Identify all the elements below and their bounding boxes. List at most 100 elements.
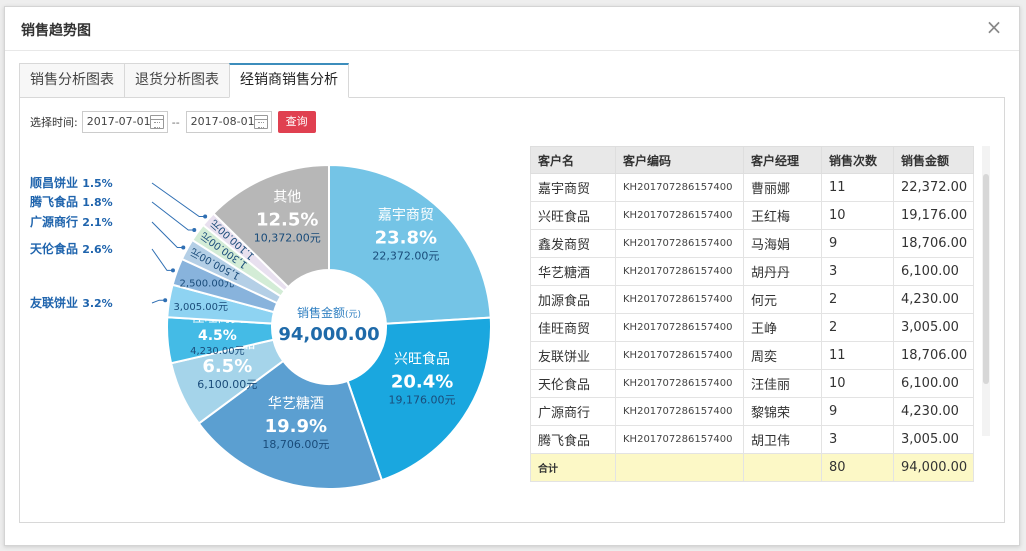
table-row[interactable]: 华艺糖酒 KH201707286157400 胡丹丹 3 6,100.00 — [530, 257, 974, 286]
header-customer-name[interactable]: 客户名 — [530, 146, 616, 174]
cell-customer-code: KH201707286157400 — [615, 341, 744, 370]
leader-line — [151, 248, 173, 271]
table-scrollbar[interactable] — [982, 146, 990, 436]
cell-sales-count: 3 — [821, 425, 894, 454]
cell-customer-manager: 周奕 — [743, 341, 822, 370]
cell-customer-manager: 曹丽娜 — [743, 173, 822, 202]
slice-amount-label: 18,706.00元 — [262, 438, 329, 451]
scrollbar-thumb[interactable] — [983, 174, 989, 384]
slice-percent-label: 19.9% — [265, 416, 327, 437]
header-customer-manager[interactable]: 客户经理 — [743, 146, 822, 174]
table-row[interactable]: 友联饼业 KH201707286157400 周奕 11 18,706.00 — [530, 341, 974, 370]
start-date-value: 2017-07-01 — [86, 115, 151, 128]
table-row[interactable]: 兴旺食品 KH201707286157400 王红梅 10 19,176.00 — [530, 201, 974, 230]
cell-customer-code: KH201707286157400 — [615, 173, 744, 202]
center-total: 94,000.00 — [278, 324, 379, 345]
slice-amount-label: 19,176.00元 — [389, 393, 456, 406]
calendar-icon[interactable] — [253, 115, 268, 129]
cell-customer-manager: 王红梅 — [743, 201, 822, 230]
cell-customer-code: KH201707286157400 — [615, 201, 744, 230]
table-row[interactable]: 嘉宇商贸 KH201707286157400 曹丽娜 11 22,372.00 — [530, 173, 974, 202]
cell-customer-name: 嘉宇商贸 — [530, 173, 616, 202]
calendar-icon[interactable] — [149, 115, 164, 129]
leader-dot — [192, 228, 197, 233]
cell-customer-name: 腾飞食品 — [530, 425, 616, 454]
dialog-header: 销售趋势图 × — [5, 7, 1019, 51]
table-total-row: 合计 80 94,000.00 — [530, 453, 974, 482]
cell-customer-code: KH201707286157400 — [615, 229, 744, 258]
query-button[interactable]: 查询 — [277, 111, 316, 133]
cell-sales-amount: 18,706.00 — [893, 229, 974, 258]
tab-sales-analysis[interactable]: 销售分析图表 — [19, 63, 125, 98]
table-row[interactable]: 腾飞食品 KH201707286157400 胡卫伟 3 3,005.00 — [530, 425, 974, 454]
tab-returns-analysis[interactable]: 退货分析图表 — [124, 63, 230, 98]
slice-name-label: 嘉宇商贸 — [378, 208, 434, 224]
outside-slice-label: 天伦食品 2.6% — [30, 241, 113, 256]
close-icon[interactable]: × — [983, 16, 1005, 38]
cell-sales-count: 9 — [821, 397, 894, 426]
filter-label: 选择时间: — [30, 116, 78, 129]
leader-dot — [163, 298, 168, 303]
total-empty-cell — [743, 453, 822, 482]
tab-panel: 销售分析图表 退货分析图表 经销商销售分析 选择时间: 2017-07-01 -… — [19, 63, 1005, 523]
cell-sales-amount: 6,100.00 — [893, 369, 974, 398]
cell-sales-count: 2 — [821, 285, 894, 314]
cell-customer-manager: 黎锦荣 — [743, 397, 822, 426]
dealer-sales-table: 客户名 客户编码 客户经理 销售次数 销售金额 嘉宇商贸 KH2017072861… — [530, 146, 974, 482]
end-date-input[interactable]: 2017-08-01 — [185, 111, 272, 133]
table-row[interactable]: 鑫发商贸 KH201707286157400 马海娟 9 18,706.00 — [530, 229, 974, 258]
tab-content: 选择时间: 2017-07-01 -- 2017-08-01 查询 嘉宇商贸 23… — [19, 97, 1005, 523]
table-row[interactable]: 广源商行 KH201707286157400 黎锦荣 9 4,230.00 — [530, 397, 974, 426]
table-row[interactable]: 加源食品 KH201707286157400 何元 2 4,230.00 — [530, 285, 974, 314]
header-customer-code[interactable]: 客户编码 — [615, 146, 744, 174]
cell-sales-amount: 18,706.00 — [893, 341, 974, 370]
cell-customer-name: 广源商行 — [530, 397, 616, 426]
cell-sales-amount: 6,100.00 — [893, 257, 974, 286]
cell-sales-count: 10 — [821, 201, 894, 230]
leader-line — [151, 201, 195, 231]
sales-trend-dialog: 销售趋势图 × 销售分析图表 退货分析图表 经销商销售分析 选择时间: 2017… — [4, 6, 1020, 546]
total-amount: 94,000.00 — [893, 453, 974, 482]
end-date-value: 2017-08-01 — [190, 115, 255, 128]
leader-dot — [181, 245, 186, 250]
slice-percent-label: 20.4% — [391, 371, 453, 392]
start-date-input[interactable]: 2017-07-01 — [81, 111, 168, 133]
cell-sales-count: 10 — [821, 369, 894, 398]
cell-customer-manager: 胡丹丹 — [743, 257, 822, 286]
sales-pie-chart: 嘉宇商贸 23.8%22,372.00元兴旺食品 20.4%19,176.00元 华艺… — [29, 163, 492, 490]
tab-dealer-sales-analysis[interactable]: 经销商销售分析 — [229, 63, 349, 98]
total-empty-cell — [615, 453, 744, 482]
slice-percent-label: 4.5% — [198, 328, 237, 344]
leader-dot — [170, 268, 175, 273]
leader-line — [151, 299, 166, 304]
cell-sales-amount: 3,005.00 — [893, 313, 974, 342]
header-sales-amount[interactable]: 销售金额 — [893, 146, 974, 174]
cell-customer-name: 鑫发商贸 — [530, 229, 616, 258]
cell-sales-count: 9 — [821, 229, 894, 258]
date-filter: 选择时间: 2017-07-01 -- 2017-08-01 查询 — [30, 111, 316, 133]
slice-name-label: 其他 — [273, 189, 301, 205]
cell-customer-code: KH201707286157400 — [615, 285, 744, 314]
outside-slice-label: 腾飞食品 1.8% — [29, 194, 113, 209]
tab-bar: 销售分析图表 退货分析图表 经销商销售分析 — [19, 63, 349, 98]
slice-name-label: 兴旺食品 — [394, 350, 450, 367]
table-row[interactable]: 佳旺商贸 KH201707286157400 王峥 2 3,005.00 — [530, 313, 974, 342]
header-sales-count[interactable]: 销售次数 — [821, 146, 894, 174]
cell-customer-name: 友联饼业 — [530, 341, 616, 370]
cell-sales-count: 11 — [821, 173, 894, 202]
cell-customer-manager: 何元 — [743, 285, 822, 314]
cell-customer-manager: 王峥 — [743, 313, 822, 342]
total-count: 80 — [821, 453, 894, 482]
slice-percent-label: 23.8% — [375, 228, 437, 249]
slice-percent-label: 6.5% — [202, 356, 252, 377]
cell-customer-manager: 马海娟 — [743, 229, 822, 258]
cell-sales-amount: 4,230.00 — [893, 285, 974, 314]
cell-customer-code: KH201707286157400 — [615, 257, 744, 286]
slice-amount-label: 6,100.00元 — [197, 378, 257, 391]
slice-name-label: 华艺糖酒 — [268, 396, 324, 412]
slice-percent-label: 12.5% — [256, 209, 318, 230]
cell-sales-count: 2 — [821, 313, 894, 342]
table-row[interactable]: 天伦食品 KH201707286157400 汪佳丽 10 6,100.00 — [530, 369, 974, 398]
cell-customer-name: 天伦食品 — [530, 369, 616, 398]
cell-sales-amount: 4,230.00 — [893, 397, 974, 426]
